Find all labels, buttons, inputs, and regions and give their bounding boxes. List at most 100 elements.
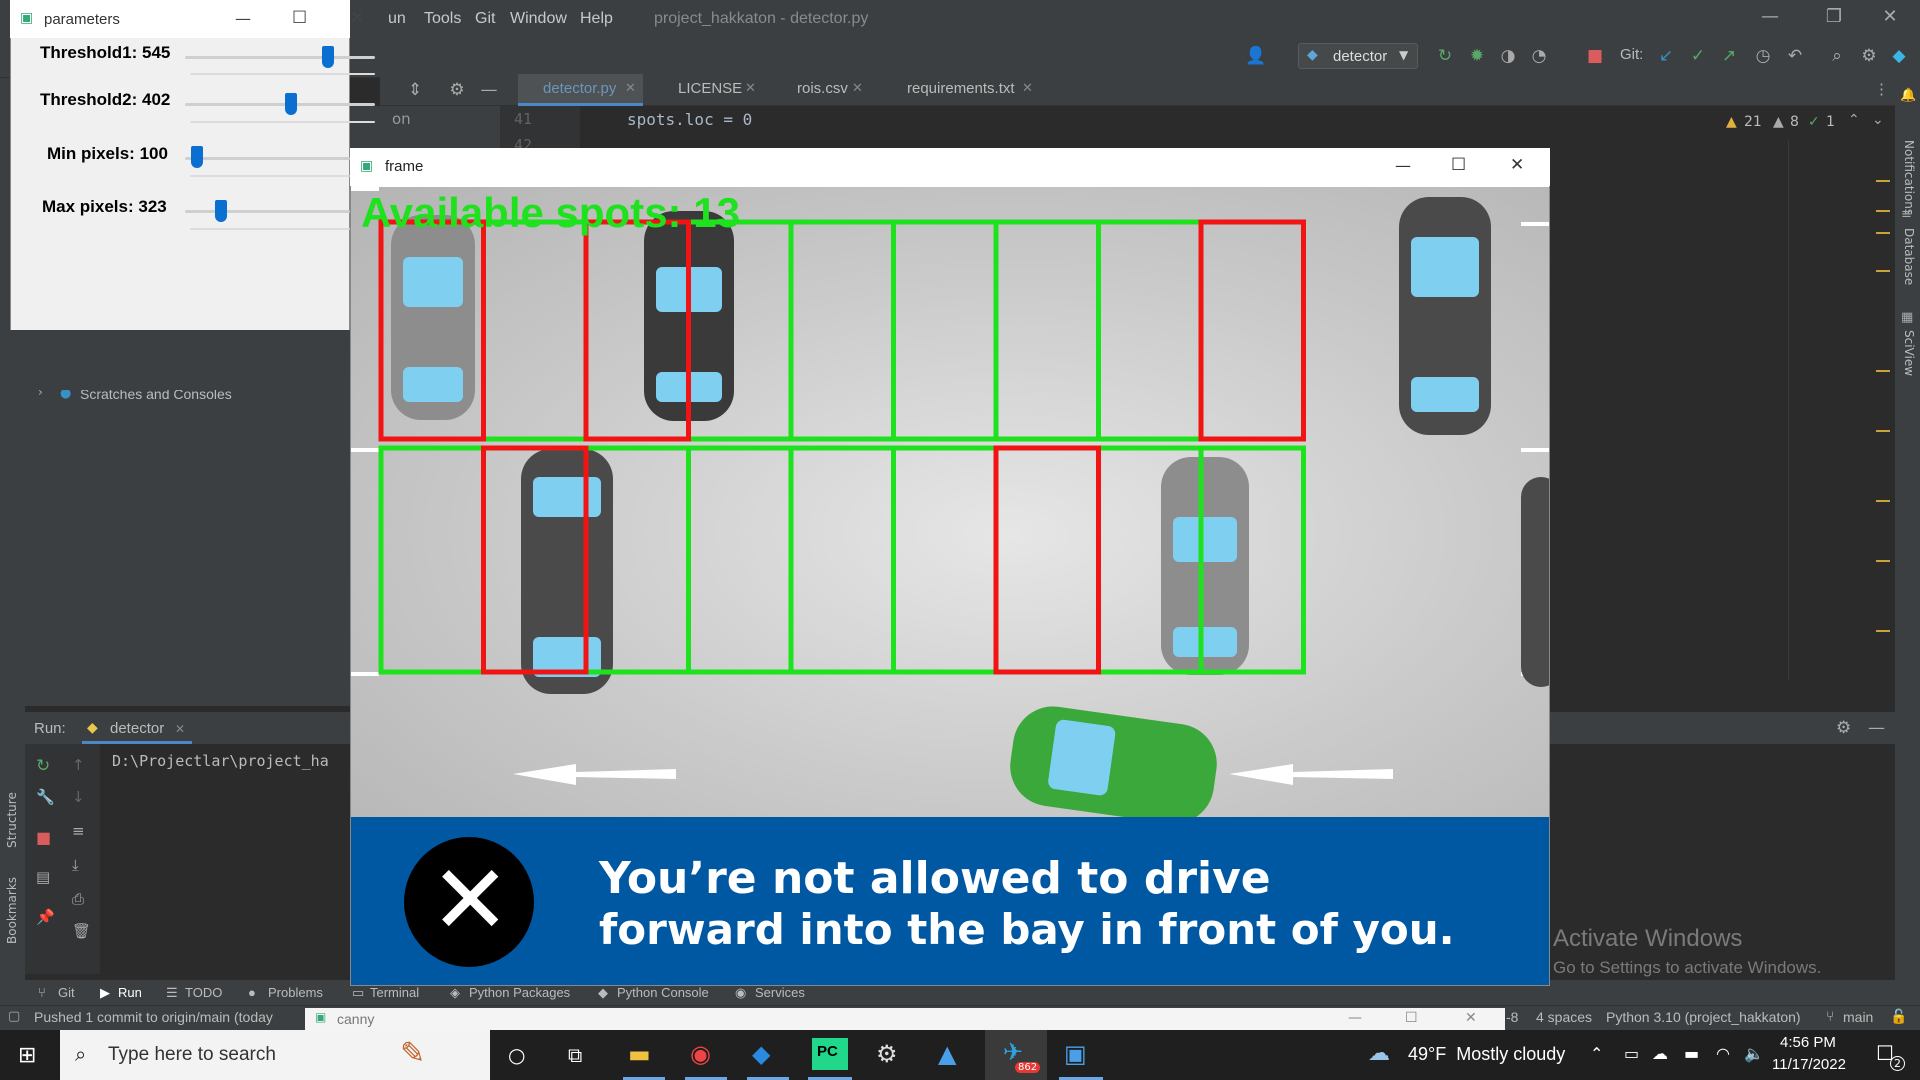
close-icon[interactable]: ✕	[1465, 1010, 1477, 1026]
chevron-up-icon[interactable]: ⌃	[1590, 1044, 1603, 1063]
git-update-icon[interactable]: ↙	[1655, 45, 1677, 67]
tab-close-icon[interactable]: ✕	[852, 80, 863, 96]
menu-git[interactable]: Git	[475, 10, 495, 28]
sciview-label[interactable]: SciView	[1902, 330, 1916, 376]
print-icon[interactable]: ⎙	[72, 890, 84, 908]
settings-icon[interactable]: ⚙	[876, 1040, 898, 1068]
run-config-select[interactable]: ◆ detector ▼	[1298, 43, 1418, 69]
ok-count[interactable]: 1	[1826, 114, 1835, 130]
stop-icon[interactable]: ■	[36, 828, 51, 847]
tool-git[interactable]: Git	[58, 985, 75, 1000]
gear-icon[interactable]: ⚙	[446, 79, 468, 101]
database-label[interactable]: Database	[1902, 228, 1916, 285]
tool-python-console[interactable]: Python Console	[617, 985, 709, 1000]
status-encoding[interactable]: -8	[1506, 1009, 1518, 1025]
menu-window[interactable]: Window	[510, 10, 567, 28]
profile-icon[interactable]: ◔	[1528, 45, 1550, 67]
bell-icon[interactable]: 🔔	[1900, 88, 1916, 103]
ide-close-icon[interactable]: ✕	[1870, 6, 1910, 32]
tab-requirements-txt[interactable]: requirements.txt	[907, 80, 1015, 97]
sciview-icon[interactable]: ▦	[1901, 310, 1913, 325]
notifications-label[interactable]: Notifications	[1902, 140, 1916, 215]
warnings-count[interactable]: 21	[1744, 114, 1762, 130]
threshold1-slider[interactable]	[185, 56, 375, 59]
photos-icon[interactable]: ▲	[938, 1040, 956, 1068]
hide-icon[interactable]: —	[478, 79, 500, 101]
user-icon[interactable]: 👤	[1245, 45, 1267, 67]
threshold2-thumb[interactable]	[285, 93, 298, 115]
scroll-end-icon[interactable]: ⤓	[72, 856, 79, 874]
git-commit-icon[interactable]: ✓	[1687, 45, 1709, 67]
history-icon[interactable]: ◷	[1752, 45, 1774, 67]
meet-icon[interactable]: ▭	[1624, 1044, 1639, 1063]
gear-icon[interactable]: ⚙	[1836, 718, 1851, 738]
git-push-icon[interactable]: ↗	[1718, 45, 1740, 67]
more-tabs-icon[interactable]: ⋮	[1874, 80, 1889, 98]
trash-icon[interactable]: 🗑	[72, 922, 91, 940]
task-view-icon[interactable]: ⧉	[568, 1043, 582, 1067]
tool-python-packages[interactable]: Python Packages	[469, 985, 570, 1000]
chevron-down-icon[interactable]: ⌄	[1872, 112, 1884, 128]
weak-warnings-count[interactable]: 8	[1790, 114, 1799, 130]
pycharm-icon[interactable]: PC	[812, 1038, 848, 1070]
database-icon[interactable]: ≡	[1901, 207, 1912, 222]
soft-wrap-icon[interactable]: ≡	[72, 822, 85, 840]
rollback-icon[interactable]: ↶	[1784, 45, 1806, 67]
tool-run[interactable]: Run	[118, 985, 142, 1000]
canny-window[interactable]	[305, 1008, 1505, 1030]
tool-services[interactable]: Services	[755, 985, 805, 1000]
file-explorer-icon[interactable]: ▬	[628, 1040, 651, 1068]
structure-label[interactable]: Structure	[5, 792, 19, 848]
error-stripe[interactable]	[1876, 150, 1890, 650]
volume-icon[interactable]: 🔈	[1744, 1044, 1764, 1063]
weather-icon[interactable]: ☁	[1368, 1041, 1390, 1066]
status-branch[interactable]: main	[1843, 1009, 1873, 1025]
arrow-down-icon[interactable]: ↓	[72, 788, 85, 806]
max-pixels-slider[interactable]	[185, 210, 350, 213]
rerun-icon[interactable]: ↻	[1434, 45, 1456, 67]
menu-help[interactable]: Help	[580, 10, 613, 28]
maximize-icon[interactable]: ☐	[292, 8, 307, 28]
close-icon[interactable]: ✕	[350, 8, 364, 28]
threshold1-thumb[interactable]	[321, 46, 334, 68]
minimize-icon[interactable]: —	[235, 9, 251, 28]
windows-start-icon[interactable]: ⊞	[18, 1043, 36, 1068]
menu-run[interactable]: un	[388, 10, 406, 28]
wifi-icon[interactable]: ◠	[1716, 1044, 1730, 1063]
chevron-up-icon[interactable]: ⌃	[1848, 112, 1860, 128]
clock-date[interactable]: 11/17/2022	[1772, 1056, 1846, 1073]
settings-icon[interactable]: ⚙	[1858, 45, 1880, 67]
threshold2-slider[interactable]	[185, 103, 375, 106]
run-tab-close-icon[interactable]: ✕	[175, 722, 185, 736]
frame-titlebar[interactable]	[350, 148, 1550, 186]
pin-icon[interactable]: 📌	[36, 908, 55, 926]
min-pixels-thumb[interactable]	[190, 146, 203, 168]
status-message[interactable]: Pushed 1 commit to origin/main (today	[34, 1009, 273, 1025]
chrome-icon[interactable]: ◉	[690, 1040, 711, 1068]
maximize-icon[interactable]: ☐	[1405, 1010, 1418, 1026]
close-icon[interactable]: ✕	[1510, 155, 1524, 175]
jetbrains-icon[interactable]: ◆	[1888, 45, 1910, 67]
telegram-taskbar-button[interactable]: ✈ 862	[985, 1030, 1047, 1080]
clock-time[interactable]: 4:56 PM	[1780, 1034, 1836, 1051]
collapse-icon[interactable]: ⇕	[404, 79, 426, 101]
tool-terminal[interactable]: Terminal	[370, 985, 419, 1000]
minimize-icon[interactable]: —	[1348, 1010, 1362, 1026]
stop-icon[interactable]: ■	[1584, 45, 1606, 67]
debug-icon[interactable]: ✹	[1466, 45, 1488, 67]
max-pixels-thumb[interactable]	[215, 200, 228, 222]
python-app-icon[interactable]: ▣	[1064, 1040, 1087, 1068]
arrow-up-icon[interactable]: ↑	[72, 756, 85, 774]
tab-close-icon[interactable]: ✕	[1022, 80, 1033, 96]
layout-icon[interactable]: ▤	[36, 868, 50, 886]
tab-license[interactable]: LICENSE	[678, 80, 742, 97]
tab-close-icon[interactable]: ✕	[625, 80, 636, 96]
min-pixels-slider[interactable]	[185, 157, 350, 160]
search-icon[interactable]: ⌕	[1826, 45, 1848, 67]
bookmarks-label[interactable]: Bookmarks	[5, 877, 19, 944]
ide-minimize-icon[interactable]: —	[1750, 6, 1790, 32]
coverage-icon[interactable]: ◑	[1497, 45, 1519, 67]
minimize-panel-icon[interactable]: —	[1868, 718, 1885, 738]
tool-todo[interactable]: TODO	[185, 985, 222, 1000]
weather-text[interactable]: 49°F Mostly cloudy	[1408, 1044, 1565, 1065]
